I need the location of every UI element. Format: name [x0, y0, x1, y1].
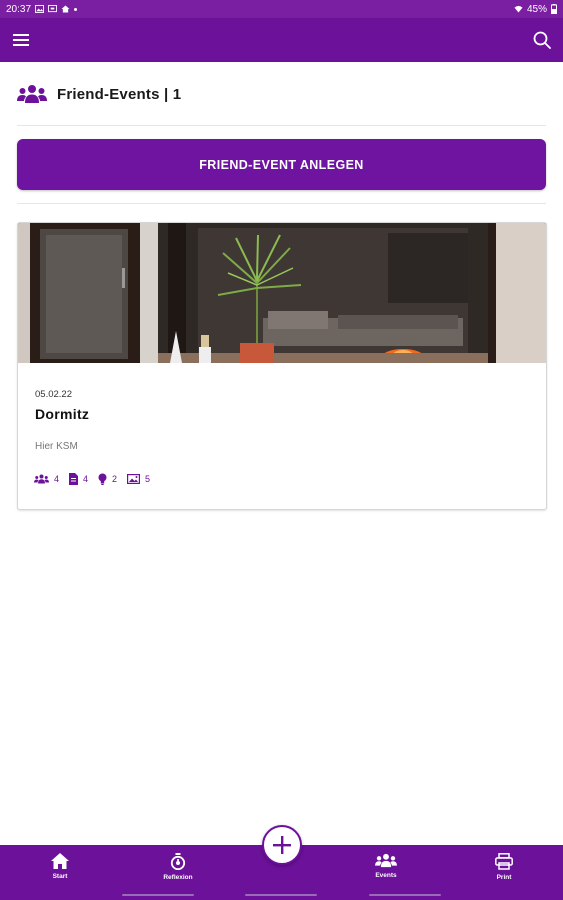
- event-subtitle: Hier KSM: [35, 441, 78, 452]
- event-card[interactable]: 05.02.22 Dormitz Hier KSM 4 4 2 5: [17, 222, 547, 510]
- app-bar: [0, 18, 563, 62]
- dot-icon: [74, 7, 78, 11]
- lightbulb-icon: [98, 473, 107, 485]
- nav-item-print[interactable]: Print: [474, 853, 534, 887]
- users-icon: [34, 474, 49, 484]
- event-photo: [18, 223, 546, 363]
- nav-label: Print: [496, 874, 512, 881]
- stat-value: 4: [83, 474, 89, 484]
- status-bar: 20:37 45%: [0, 0, 563, 18]
- battery-text: 45%: [526, 3, 547, 15]
- create-friend-event-button[interactable]: FRIEND-EVENT ANLEGEN: [17, 139, 546, 190]
- users-icon: [375, 853, 397, 868]
- event-title: Dormitz: [35, 406, 90, 422]
- battery-icon: [551, 4, 557, 14]
- stopwatch-icon: [170, 853, 186, 870]
- nav-underline: [245, 894, 317, 896]
- home-icon: [51, 853, 69, 869]
- cast-icon: [48, 5, 57, 13]
- stat-value: 5: [145, 474, 151, 484]
- stat-ideas: 2: [98, 473, 117, 485]
- status-time: 20:37: [6, 3, 32, 15]
- header-divider: [17, 125, 546, 126]
- image-icon: [35, 5, 44, 13]
- search-icon[interactable]: [531, 29, 553, 51]
- page-header: Friend-Events | 1: [17, 80, 181, 108]
- nav-item-start[interactable]: Start: [30, 853, 90, 887]
- nav-label: Events: [375, 872, 397, 879]
- status-bar-left: 20:37: [6, 3, 78, 15]
- stat-value: 2: [112, 474, 118, 484]
- nav-underline: [369, 894, 441, 896]
- stat-value: 4: [54, 474, 60, 484]
- users-icon: [17, 85, 47, 103]
- button-divider: [17, 203, 546, 204]
- nav-label: Reflexion: [163, 874, 193, 881]
- plus-icon: [273, 836, 291, 854]
- stat-documents: 4: [69, 473, 88, 485]
- nav-label: Start: [52, 873, 68, 880]
- document-icon: [69, 473, 79, 485]
- event-date: 05.02.22: [35, 389, 72, 400]
- event-stats: 4 4 2 5: [34, 473, 150, 485]
- home-icon: [61, 5, 70, 13]
- add-fab-button[interactable]: [262, 825, 302, 865]
- hamburger-menu-icon[interactable]: [10, 29, 32, 51]
- nav-underline: [122, 894, 194, 896]
- image-icon: [127, 474, 141, 484]
- printer-icon: [495, 853, 513, 870]
- wifi-icon: [514, 5, 523, 13]
- stat-images: 5: [127, 474, 150, 484]
- page-title: Friend-Events | 1: [57, 85, 182, 103]
- stat-participants: 4: [34, 474, 59, 484]
- nav-item-reflexion[interactable]: Reflexion: [148, 853, 208, 887]
- nav-item-events[interactable]: Events: [356, 853, 416, 887]
- status-bar-right: 45%: [514, 4, 557, 15]
